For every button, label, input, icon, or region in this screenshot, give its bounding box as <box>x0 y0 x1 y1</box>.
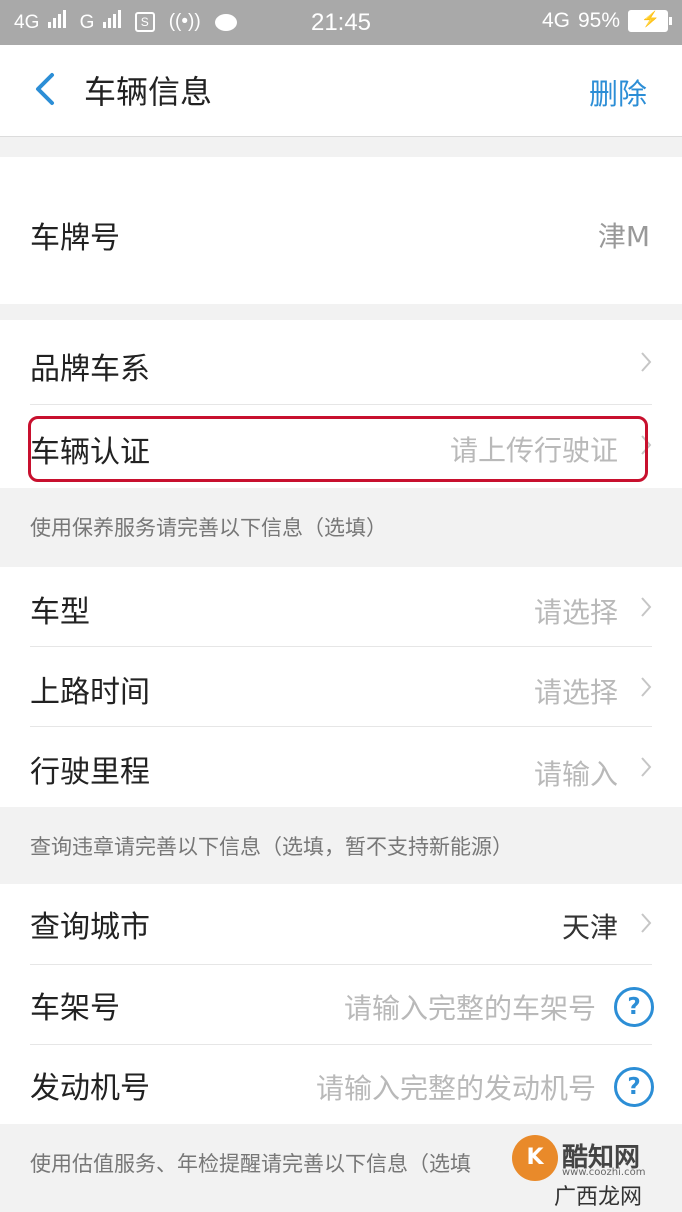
battery-percent: 95% <box>577 9 620 32</box>
maintenance-group: 车型 请选择 上路时间 请选择 行驶里程 请输入 <box>0 567 682 807</box>
highlight-annotation <box>28 416 648 482</box>
chevron-right-icon <box>641 352 652 372</box>
registration-date-value: 请选择 <box>533 676 618 709</box>
back-arrow-icon[interactable] <box>26 67 62 111</box>
plate-row[interactable]: 车牌号 津M <box>0 157 682 304</box>
maintenance-section-note: 使用保养服务请完善以下信息（选填） <box>30 516 387 540</box>
help-icon[interactable]: ? <box>614 1067 654 1107</box>
plate-label: 车牌号 <box>30 221 120 256</box>
brand-label: 品牌车系 <box>30 352 150 387</box>
chevron-right-icon <box>641 757 652 777</box>
mileage-label: 行驶里程 <box>30 755 150 790</box>
model-label: 车型 <box>30 595 90 630</box>
watermark-subtitle: 广西龙网 <box>554 1185 643 1210</box>
chevron-right-icon <box>641 913 652 933</box>
page-title: 车辆信息 <box>84 73 213 111</box>
violation-group: 查询城市 天津 车架号 请输入完整的车架号 ? 发动机号 请输入完整的发动机号 … <box>0 884 682 1124</box>
violation-section-note: 查询违章请完善以下信息（选填，暂不支持新能源） <box>30 835 513 859</box>
city-label: 查询城市 <box>30 910 150 945</box>
registration-date-label: 上路时间 <box>30 675 150 710</box>
engine-label: 发动机号 <box>30 1071 150 1106</box>
chevron-right-icon <box>641 597 652 617</box>
model-value: 请选择 <box>533 596 618 629</box>
brand-row[interactable]: 品牌车系 <box>0 320 682 404</box>
help-icon[interactable]: ? <box>614 987 654 1027</box>
delete-button[interactable]: 删除 <box>589 71 647 113</box>
vin-input[interactable]: 请输入完整的车架号 <box>344 987 596 1027</box>
valuation-section-note: 使用估值服务、年检提醒请完善以下信息（选填 <box>30 1152 471 1176</box>
watermark: K 酷知网 www.coozhi.com 广西龙网 <box>512 1135 672 1210</box>
city-value: 天津 <box>561 911 618 944</box>
registration-date-row[interactable]: 上路时间 请选择 <box>0 647 682 726</box>
model-row[interactable]: 车型 请选择 <box>0 567 682 646</box>
mileage-value: 请输入 <box>533 758 618 791</box>
watermark-logo-icon: K <box>512 1135 558 1181</box>
city-row[interactable]: 查询城市 天津 <box>0 884 682 964</box>
status-bar: 4G G S ((•)) 21:45 4G 95% ⚡ <box>0 0 682 45</box>
network-type-label: 4G <box>541 9 570 32</box>
mileage-row[interactable]: 行驶里程 请输入 <box>0 727 682 807</box>
vin-row: 车架号 请输入完整的车架号 ? <box>0 965 682 1044</box>
engine-input[interactable]: 请输入完整的发动机号 <box>316 1067 596 1107</box>
plate-value[interactable]: 津M <box>598 215 650 255</box>
vin-label: 车架号 <box>30 991 120 1026</box>
engine-row: 发动机号 请输入完整的发动机号 ? <box>0 1045 682 1124</box>
chevron-right-icon <box>641 677 652 697</box>
navigation-bar: 车辆信息 删除 <box>0 45 682 137</box>
battery-icon: ⚡ <box>628 10 672 32</box>
status-right: 4G 95% ⚡ <box>541 9 672 33</box>
watermark-url: www.coozhi.com <box>562 1167 646 1178</box>
plate-group: 车牌号 津M <box>0 157 682 304</box>
